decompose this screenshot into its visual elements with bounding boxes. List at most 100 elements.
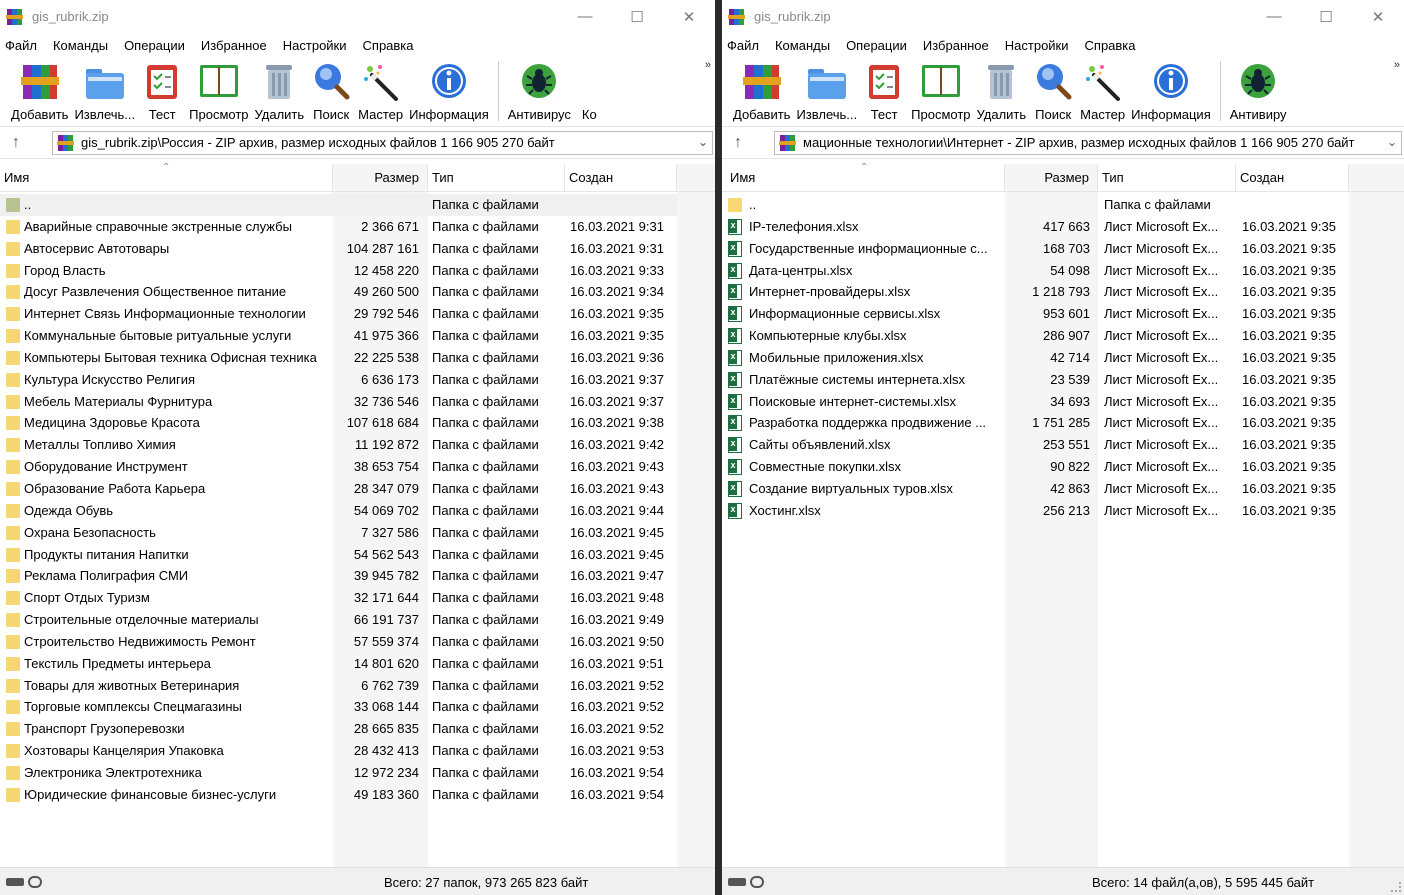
column-header-size[interactable]: Размер — [1005, 164, 1098, 192]
table-row[interactable]: Хозтовары Канцелярия Упаковка 28 432 413 П… — [0, 740, 715, 762]
table-row[interactable]: Компьютеры Бытовая техника Офисная техни… — [0, 347, 715, 369]
chevron-down-icon[interactable]: ⌄ — [693, 134, 708, 149]
table-row[interactable]: Сайты объявлений.xlsx 253 551 Лист Microso… — [722, 434, 1404, 456]
table-row[interactable]: Компьютерные клубы.xlsx 286 907 Лист Micro… — [722, 325, 1404, 347]
table-row[interactable]: Товары для животных Ветеринария 6 762 739… — [0, 675, 715, 697]
table-row[interactable]: Электроника Электротехника 12 972 234 Папк… — [0, 762, 715, 784]
delete-button[interactable]: Удалить — [974, 57, 1030, 125]
add-button[interactable]: Добавить — [8, 57, 71, 125]
minimize-button[interactable]: — — [559, 0, 611, 33]
table-row[interactable]: Разработка поддержка продвижение ... 1 75… — [722, 412, 1404, 434]
add-button[interactable]: Добавить — [730, 57, 793, 125]
address-field[interactable]: мационные технологии\Интернет - ZIP архи… — [774, 130, 1402, 155]
table-row[interactable]: IP-телефония.xlsx 417 663 Лист Microsoft E… — [722, 216, 1404, 238]
table-row[interactable]: Медицина Здоровье Красота 107 618 684 Папк… — [0, 412, 715, 434]
table-row[interactable]: Платёжные системы интернета.xlsx 23 539 Ли… — [722, 369, 1404, 391]
table-row[interactable]: Оборудование Инструмент 38 653 754 Папка с… — [0, 456, 715, 478]
maximize-button[interactable]: ☐ — [611, 0, 663, 33]
table-row[interactable]: Транспорт Грузоперевозки 28 665 835 Папка … — [0, 718, 715, 740]
view-button[interactable]: Просмотр — [908, 57, 973, 125]
menu-operations[interactable]: Операции — [846, 38, 907, 53]
test-button[interactable]: Тест — [138, 57, 186, 125]
up-arrow-icon[interactable]: ↑ — [734, 134, 758, 152]
up-arrow-icon[interactable]: ↑ — [12, 134, 36, 152]
menu-file[interactable]: Файл — [727, 38, 759, 53]
column-header-created[interactable]: Создан — [1236, 164, 1349, 192]
table-row[interactable]: Автосервис Автотовары 104 287 161 Папка с … — [0, 238, 715, 260]
table-row[interactable]: Торговые комплексы Спецмагазины 33 068 14… — [0, 696, 715, 718]
menu-commands[interactable]: Команды — [775, 38, 830, 53]
table-row[interactable]: Юридические финансовые бизнес-услуги 49 1… — [0, 784, 715, 806]
file-name: Металлы Топливо Химия — [24, 437, 176, 453]
parent-folder-row[interactable]: .. Папка с файлами — [722, 194, 1404, 216]
menu-file[interactable]: Файл — [5, 38, 37, 53]
antivirus-button[interactable]: Антивиру — [1227, 57, 1290, 125]
table-row[interactable]: Хостинг.xlsx 256 213 Лист Microsoft Ex... 1… — [722, 500, 1404, 522]
chevron-down-icon[interactable]: ⌄ — [1382, 134, 1397, 149]
table-row[interactable]: Образование Работа Карьера 28 347 079 Папк… — [0, 478, 715, 500]
column-header-type[interactable]: Тип — [428, 164, 565, 192]
menu-favorites[interactable]: Избранное — [201, 38, 267, 53]
toolbar-overflow-icon[interactable]: » — [1394, 59, 1400, 71]
table-row[interactable]: Совместные покупки.xlsx 90 822 Лист Micros… — [722, 456, 1404, 478]
menu-commands[interactable]: Команды — [53, 38, 108, 53]
table-row[interactable]: Аварийные справочные экстренные службы 2 … — [0, 216, 715, 238]
table-row[interactable]: Реклама Полиграфия СМИ 39 945 782 Папка с … — [0, 565, 715, 587]
table-row[interactable]: Интернет-провайдеры.xlsx 1 218 793 Лист Mi… — [722, 281, 1404, 303]
info-button[interactable]: Информация — [406, 57, 492, 125]
table-row[interactable]: Продукты питания Напитки 54 562 543 Папка … — [0, 544, 715, 566]
resize-grip[interactable] — [1391, 882, 1401, 892]
drive-key-icon[interactable] — [728, 876, 764, 888]
wizard-button[interactable]: Мастер — [1077, 57, 1128, 125]
wizard-button[interactable]: Мастер — [355, 57, 406, 125]
close-button[interactable]: ✕ — [1352, 0, 1404, 33]
comment-button[interactable]: Ко — [574, 57, 600, 125]
table-row[interactable]: Текстиль Предметы интерьера 14 801 620 Пап… — [0, 653, 715, 675]
drive-key-icon[interactable] — [6, 876, 42, 888]
table-row[interactable]: Строительные отделочные материалы 66 191 … — [0, 609, 715, 631]
table-row[interactable]: Строительство Недвижимость Ремонт 57 559 … — [0, 631, 715, 653]
test-button[interactable]: Тест — [860, 57, 908, 125]
table-row[interactable]: Культура Искусство Религия 6 636 173 Папка… — [0, 369, 715, 391]
view-button[interactable]: Просмотр — [186, 57, 251, 125]
title-bar[interactable]: gis_rubrik.zip — ☐ ✕ — [722, 0, 1404, 33]
toolbar-overflow-icon[interactable]: » — [705, 59, 711, 71]
minimize-button[interactable]: — — [1248, 0, 1300, 33]
maximize-button[interactable]: ☐ — [1300, 0, 1352, 33]
menu-settings[interactable]: Настройки — [283, 38, 347, 53]
table-row[interactable]: Спорт Отдых Туризм 32 171 644 Папка с файл… — [0, 587, 715, 609]
table-row[interactable]: Поисковые интернет-системы.xlsx 34 693 Лис… — [722, 391, 1404, 413]
table-row[interactable]: Охрана Безопасность 7 327 586 Папка с файл… — [0, 522, 715, 544]
table-row[interactable]: Интернет Связь Информационные технологии… — [0, 303, 715, 325]
menu-help[interactable]: Справка — [1085, 38, 1136, 53]
close-button[interactable]: ✕ — [663, 0, 715, 33]
column-header-type[interactable]: Тип — [1098, 164, 1236, 192]
table-row[interactable]: Государственные информационные с... 168 7… — [722, 238, 1404, 260]
table-row[interactable]: Мобильные приложения.xlsx 42 714 Лист Micr… — [722, 347, 1404, 369]
menu-favorites[interactable]: Избранное — [923, 38, 989, 53]
delete-button[interactable]: Удалить — [252, 57, 308, 125]
find-button[interactable]: Поиск — [1029, 57, 1077, 125]
table-row[interactable]: Дата-центры.xlsx 54 098 Лист Microsoft Ex.… — [722, 260, 1404, 282]
find-button[interactable]: Поиск — [307, 57, 355, 125]
table-row[interactable]: Досуг Развлечения Общественное питание 49… — [0, 281, 715, 303]
column-header-size[interactable]: Размер — [333, 164, 428, 192]
table-row[interactable]: Металлы Топливо Химия 11 192 872 Папка с ф… — [0, 434, 715, 456]
menu-operations[interactable]: Операции — [124, 38, 185, 53]
extract-button[interactable]: Извлечь... — [793, 57, 860, 125]
antivirus-button[interactable]: Антивирус — [505, 57, 574, 125]
menu-help[interactable]: Справка — [363, 38, 414, 53]
parent-folder-row[interactable]: .. Папка с файлами — [0, 194, 715, 216]
table-row[interactable]: Мебель Материалы Фурнитура 32 736 546 Папк… — [0, 391, 715, 413]
table-row[interactable]: Коммунальные бытовые ритуальные услуги 41… — [0, 325, 715, 347]
title-bar[interactable]: gis_rubrik.zip — ☐ ✕ — [0, 0, 715, 33]
table-row[interactable]: Информационные сервисы.xlsx 953 601 Лист M… — [722, 303, 1404, 325]
menu-settings[interactable]: Настройки — [1005, 38, 1069, 53]
table-row[interactable]: Город Власть 12 458 220 Папка с файлами 16.… — [0, 260, 715, 282]
column-header-created[interactable]: Создан — [565, 164, 677, 192]
table-row[interactable]: Одежда Обувь 54 069 702 Папка с файлами 16.… — [0, 500, 715, 522]
table-row[interactable]: Создание виртуальных туров.xlsx 42 863 Лис… — [722, 478, 1404, 500]
info-button[interactable]: Информация — [1128, 57, 1214, 125]
address-field[interactable]: gis_rubrik.zip\Россия - ZIP архив, разме… — [52, 130, 713, 155]
extract-button[interactable]: Извлечь... — [71, 57, 138, 125]
